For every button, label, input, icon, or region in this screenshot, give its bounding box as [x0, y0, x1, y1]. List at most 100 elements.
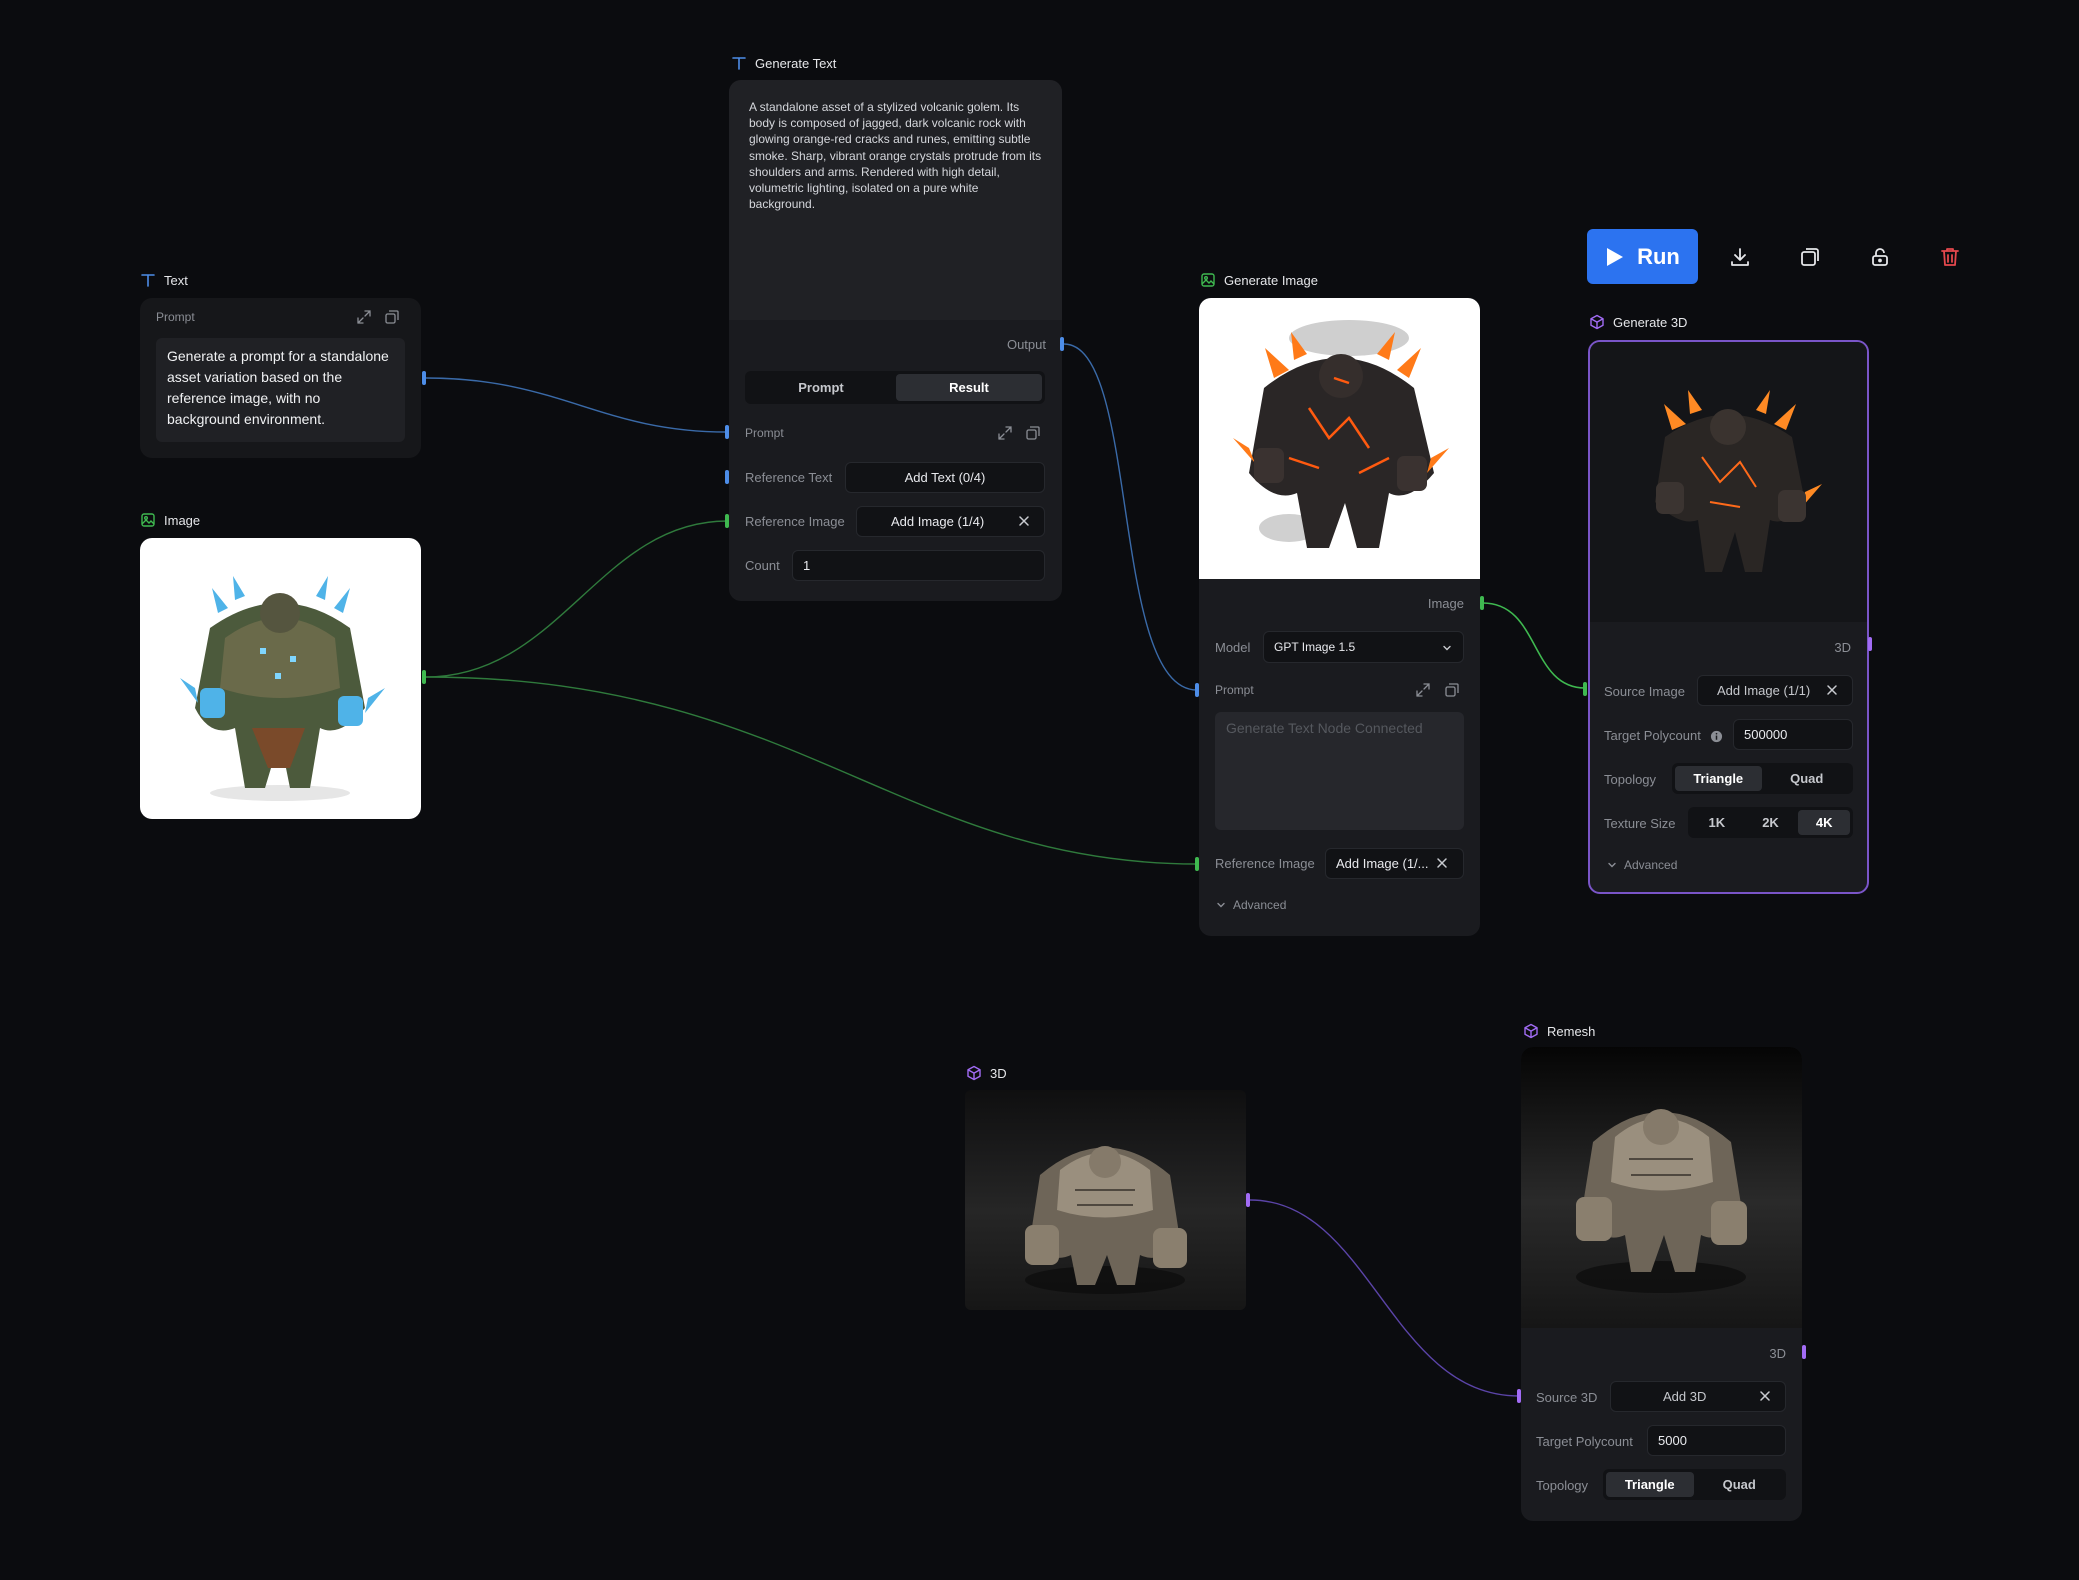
copy-button[interactable] [1442, 680, 1462, 700]
info-icon[interactable] [1710, 730, 1723, 743]
topology-toggle[interactable]: Triangle Quad [1603, 1469, 1786, 1500]
topology-quad[interactable]: Quad [1696, 1472, 1784, 1497]
generate-image-node[interactable]: Image Model GPT Image 1.5 Prompt Generat… [1199, 298, 1480, 936]
duplicate-button[interactable] [1790, 237, 1830, 277]
delete-button[interactable] [1930, 237, 1970, 277]
topology-triangle[interactable]: Triangle [1675, 766, 1762, 791]
image-reference-input-port[interactable] [1195, 857, 1199, 871]
model-label: Model [1215, 640, 1251, 655]
topology-triangle[interactable]: Triangle [1606, 1472, 1694, 1497]
prompt-result-tabs[interactable]: Prompt Result [745, 371, 1045, 404]
reference-text-label: Reference Text [745, 470, 833, 485]
tab-prompt[interactable]: Prompt [748, 374, 894, 401]
generate-3d-node[interactable]: 3D Source Image Add Image (1/1) Target P… [1588, 340, 1869, 894]
text-node[interactable]: Prompt Generate a prompt for a standalon… [140, 298, 421, 458]
prompt-label: Prompt [745, 426, 784, 440]
copy-button[interactable] [1023, 423, 1043, 443]
expand-icon [1416, 683, 1430, 697]
chevron-down-icon [1608, 862, 1616, 868]
prompt-value: Generate a prompt for a standalone asset… [167, 348, 389, 427]
expand-icon [998, 426, 1012, 440]
advanced-toggle[interactable]: Advanced [1606, 858, 1677, 872]
remesh-node-title[interactable]: Remesh [1523, 1023, 1595, 1039]
three-d-preview[interactable] [965, 1090, 1246, 1310]
play-icon [1607, 247, 1624, 266]
generate-3d-node-title[interactable]: Generate 3D [1589, 314, 1687, 330]
model-3d-preview[interactable] [1590, 342, 1867, 622]
volcanic-golem-image [1233, 320, 1449, 548]
cube-icon [967, 1065, 981, 1081]
texture-size-toggle[interactable]: 1K 2K 4K [1688, 807, 1853, 838]
armored-golem-render [1025, 1146, 1187, 1294]
image-output-label: Image [1427, 596, 1464, 611]
moss-golem-image [180, 576, 385, 801]
run-button[interactable]: Run [1587, 229, 1698, 284]
expand-button[interactable] [354, 307, 374, 327]
close-icon[interactable] [1758, 1389, 1772, 1403]
close-icon[interactable] [1825, 683, 1839, 697]
count-input[interactable]: 1 [792, 550, 1045, 581]
text-type-icon [141, 274, 155, 287]
expand-button[interactable] [995, 423, 1015, 443]
target-polycount-label: Target Polycount [1604, 728, 1701, 743]
prompt-textarea[interactable]: Generate a prompt for a standalone asset… [156, 338, 405, 442]
remesh-preview[interactable] [1521, 1047, 1802, 1328]
image-output-port[interactable] [422, 670, 426, 684]
cube-icon [1524, 1023, 1538, 1039]
three-d-output-port[interactable] [1246, 1193, 1250, 1207]
tab-result[interactable]: Result [896, 374, 1042, 401]
prompt-textarea[interactable]: Generate Text Node Connected [1215, 712, 1464, 830]
source-3d-input-port[interactable] [1517, 1389, 1521, 1403]
source-image-input-port[interactable] [1583, 682, 1587, 696]
text-node-title[interactable]: Text [140, 272, 188, 288]
result-text: A standalone asset of a stylized volcani… [749, 100, 1042, 212]
target-polycount-input[interactable]: 5000 [1647, 1425, 1786, 1456]
image-node-preview[interactable] [140, 538, 421, 819]
run-label: Run [1637, 243, 1680, 269]
prompt-input-port[interactable] [725, 425, 729, 439]
generated-image-preview[interactable] [1199, 298, 1480, 579]
generate-text-output-port[interactable] [1060, 337, 1064, 351]
topology-quad[interactable]: Quad [1764, 766, 1851, 791]
generate-3d-output-port[interactable] [1868, 637, 1872, 651]
model-select[interactable]: GPT Image 1.5 [1263, 631, 1464, 663]
reference-image-input-port[interactable] [725, 514, 729, 528]
close-icon[interactable] [1435, 856, 1449, 870]
armored-golem-render [1576, 1109, 1747, 1293]
trash-icon [1941, 248, 1959, 266]
duplicate-icon [1801, 248, 1819, 266]
prompt-placeholder: Generate Text Node Connected [1226, 720, 1423, 736]
text-output-port[interactable] [422, 371, 426, 385]
add-text-button[interactable]: Add Text (0/4) [845, 462, 1045, 493]
topology-toggle[interactable]: Triangle Quad [1672, 763, 1853, 794]
texture-2k[interactable]: 2K [1745, 810, 1797, 835]
result-text-area: A standalone asset of a stylized volcani… [729, 80, 1062, 320]
copy-button[interactable] [382, 307, 402, 327]
generate-image-output-port[interactable] [1480, 596, 1484, 610]
close-icon[interactable] [1017, 514, 1031, 528]
download-button[interactable] [1720, 237, 1760, 277]
texture-4k[interactable]: 4K [1798, 810, 1851, 835]
generate-image-node-title[interactable]: Generate Image [1200, 272, 1318, 288]
remesh-output-port[interactable] [1802, 1345, 1806, 1359]
target-polycount-input[interactable]: 500000 [1733, 719, 1853, 750]
remesh-output-label: 3D [1769, 1346, 1786, 1361]
chevron-down-icon [1217, 902, 1225, 908]
image-type-icon [1201, 273, 1215, 287]
volcanic-golem-3d-render [1655, 390, 1822, 572]
source-3d-label: Source 3D [1536, 1390, 1598, 1405]
expand-button[interactable] [1413, 680, 1433, 700]
cube-icon [1590, 314, 1604, 330]
lock-icon [1872, 248, 1888, 266]
lock-button[interactable] [1860, 237, 1900, 277]
reference-text-input-port[interactable] [725, 470, 729, 484]
chevron-down-icon [1443, 645, 1451, 651]
texture-1k[interactable]: 1K [1691, 810, 1743, 835]
image-prompt-input-port[interactable] [1195, 683, 1199, 697]
image-node-title[interactable]: Image [140, 512, 200, 528]
generate-text-node-title[interactable]: Generate Text [731, 55, 836, 71]
generate-text-node[interactable]: A standalone asset of a stylized volcani… [729, 80, 1062, 601]
remesh-node[interactable]: 3D Source 3D Add 3D Target Polycount 500… [1521, 1047, 1802, 1521]
advanced-toggle[interactable]: Advanced [1215, 898, 1286, 912]
three-d-node-title[interactable]: 3D [966, 1065, 1007, 1081]
